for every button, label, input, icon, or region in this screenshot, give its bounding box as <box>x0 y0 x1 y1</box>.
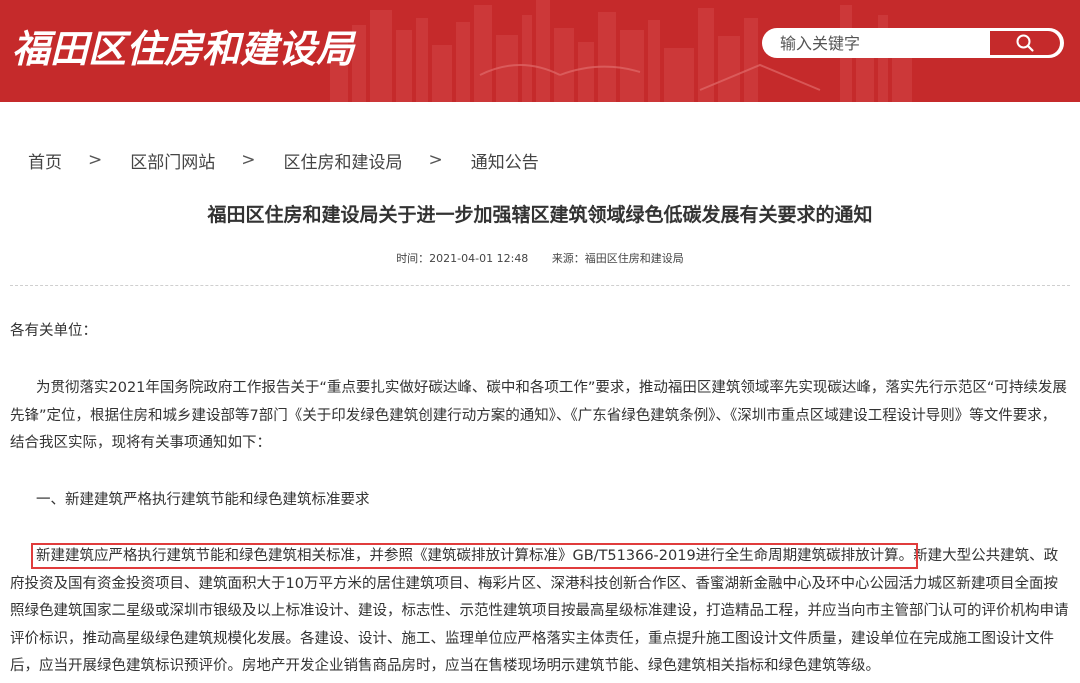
publish-time: 时间：2021-04-01 12:48 <box>396 252 529 265</box>
article-title: 福田区住房和建设局关于进一步加强辖区建筑领域绿色低碳发展有关要求的通知 <box>207 204 873 226</box>
breadcrumb-separator: > <box>428 150 443 170</box>
breadcrumb-separator: > <box>88 150 103 170</box>
search-button[interactable] <box>990 31 1060 55</box>
section-paragraph: 新建建筑应严格执行建筑节能和绿色建筑相关标准，并参照《建筑碳排放计算标准》GB/… <box>10 543 1070 681</box>
search-bar <box>762 28 1064 58</box>
breadcrumb-home[interactable]: 首页 <box>28 148 62 173</box>
breadcrumb: 首页 > 区部门网站 > 区住房和建设局 > 通知公告 <box>28 148 539 173</box>
breadcrumb-notices[interactable]: 通知公告 <box>471 148 539 173</box>
magnifier-icon <box>1016 34 1034 52</box>
divider <box>10 285 1070 286</box>
site-title[interactable]: 福田区住房和建设局 <box>12 18 354 73</box>
section-paragraph-rest: 新建大型公共建筑、政府投资及国有资金投资项目、建筑面积大于10万平方米的居住建筑… <box>10 548 1069 674</box>
breadcrumb-housing-bureau[interactable]: 区住房和建设局 <box>284 148 403 173</box>
site-header: 福田区住房和建设局 <box>0 0 1080 102</box>
section-heading: 一、新建建筑严格执行建筑节能和绿色建筑标准要求 <box>36 492 370 508</box>
intro-paragraph: 为贯彻落实2021年国务院政府工作报告关于“重点要扎实做好碳达峰、碳中和各项工作… <box>10 380 1067 451</box>
breadcrumb-separator: > <box>241 150 256 170</box>
article-source: 来源：福田区住房和建设局 <box>551 252 684 265</box>
search-input[interactable] <box>762 29 1000 57</box>
highlighted-sentence: 新建建筑应严格执行建筑节能和绿色建筑相关标准，并参照《建筑碳排放计算标准》GB/… <box>30 543 919 569</box>
salutation: 各有关单位： <box>10 323 97 339</box>
article-meta: 时间：2021-04-01 12:48 来源：福田区住房和建设局 <box>0 250 1080 266</box>
breadcrumb-dept-sites[interactable]: 区部门网站 <box>130 148 215 173</box>
